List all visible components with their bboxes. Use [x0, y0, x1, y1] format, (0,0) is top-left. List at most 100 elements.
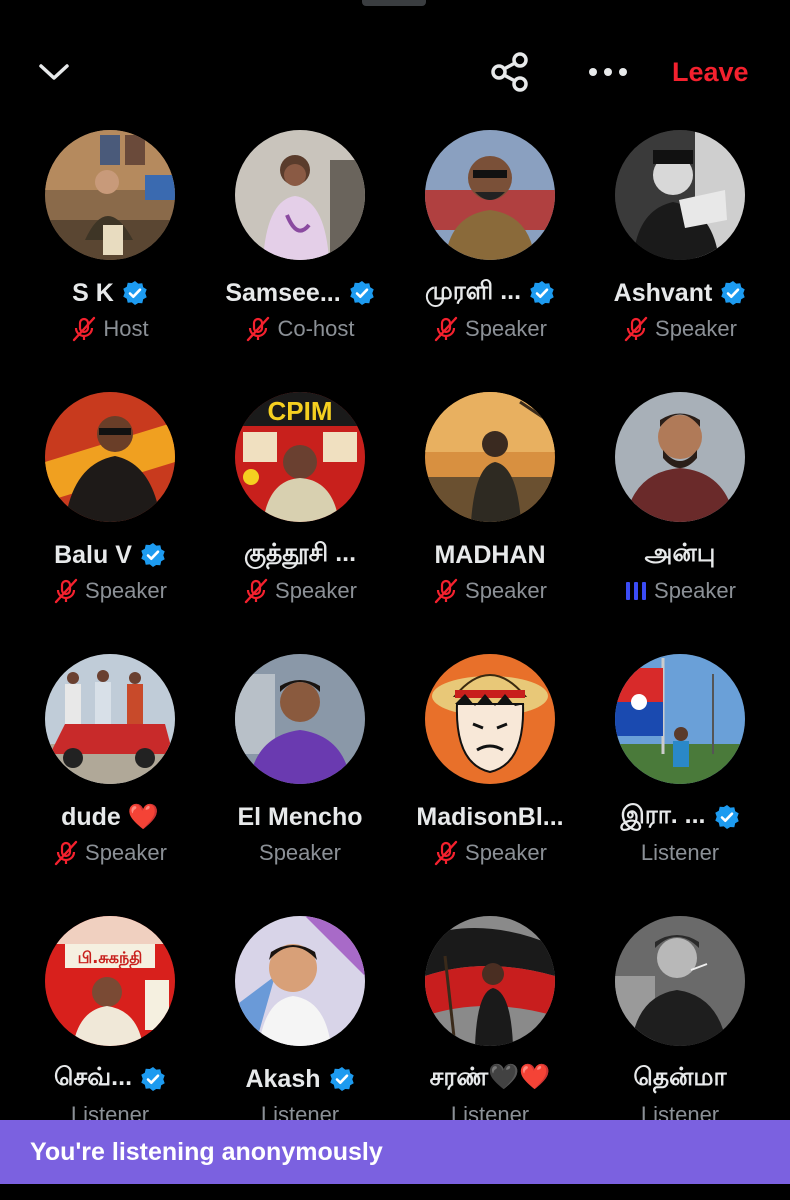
cpim-poster-text: CPIM [268, 396, 333, 426]
participant-tile[interactable]: Akash Listener [190, 914, 380, 1144]
collapse-button[interactable] [30, 52, 78, 92]
name-row: MadisonBl... [380, 800, 600, 834]
participant-role: Speaker [465, 316, 547, 341]
participant-name: Akash [245, 1064, 321, 1093]
participant-name: இரா. ... [620, 801, 706, 829]
listening-banner-text: You're listening anonymously [30, 1137, 383, 1166]
participant-tile[interactable]: CPIM குத்தூசி ... Speaker [190, 390, 380, 620]
drag-handle[interactable] [362, 0, 426, 6]
avatar [235, 130, 365, 260]
avatar [425, 392, 555, 522]
participant-name: தென்மா [633, 1063, 727, 1091]
verified-badge-icon [349, 281, 374, 305]
poster-title-text: பி.சுகந்தி [78, 948, 143, 968]
avatar: பி.சுகந்தி [45, 916, 175, 1046]
participant-name: El Mencho [237, 802, 363, 831]
avatar [45, 130, 175, 260]
name-row: Ashvant [570, 276, 790, 310]
name-row: செவ்... [0, 1062, 220, 1096]
participant-role: Listener [640, 840, 720, 865]
speaking-indicator-icon [626, 582, 647, 600]
participant-role: Co-host [277, 316, 355, 341]
participant-tile[interactable]: இரா. ... Listener [570, 652, 760, 882]
participant-role: Speaker [85, 578, 167, 603]
role-row: Speaker [190, 838, 410, 868]
participant-tile[interactable]: Samsee... Co-host [190, 128, 380, 358]
avatar: CPIM [235, 392, 365, 522]
name-row: தென்மா [570, 1062, 790, 1096]
name-row: குத்தூசி ... [190, 538, 410, 572]
participant-tile[interactable]: அன்பு Speaker [570, 390, 760, 620]
participant-role: Host [103, 316, 149, 341]
participant-role: Speaker [85, 840, 167, 865]
participant-role: Speaker [465, 578, 547, 603]
share-button[interactable] [484, 48, 536, 96]
role-row: Listener [570, 838, 790, 868]
mic-off-icon [73, 316, 96, 342]
avatar [45, 654, 175, 784]
role-row: Speaker [570, 314, 790, 344]
space-screen: Leave S K Host Samsee... Co-host முரளி .… [0, 0, 790, 1200]
avatar [425, 916, 555, 1046]
participant-name: குத்தூசி ... [243, 539, 357, 567]
avatar [615, 654, 745, 784]
role-row: Speaker [380, 576, 600, 606]
bottom-strip [0, 1184, 790, 1200]
participant-tile[interactable]: பி.சுகந்தி செவ்... Listener [0, 914, 190, 1144]
leave-button[interactable]: Leave [672, 52, 772, 92]
participant-role: Speaker [275, 578, 357, 603]
mic-off-icon [247, 316, 270, 342]
participant-tile[interactable]: dude ❤️ Speaker [0, 652, 190, 882]
verified-badge-icon [123, 281, 147, 305]
participant-name: dude ❤️ [61, 802, 159, 831]
participant-name: Ashvant [613, 278, 713, 307]
participant-tile[interactable]: முரளி ... Speaker [380, 128, 570, 358]
role-row: Host [0, 314, 220, 344]
participant-tile[interactable]: S K Host [0, 128, 190, 358]
name-row: Akash [190, 1062, 410, 1096]
verified-badge-icon [530, 281, 554, 305]
mic-off-icon [434, 316, 458, 342]
mic-off-icon [54, 578, 78, 604]
participant-name: S K [72, 278, 114, 307]
name-row: இரா. ... [570, 800, 790, 834]
verified-badge-icon [141, 543, 165, 567]
share-icon [491, 52, 528, 92]
chevron-down-icon [39, 64, 69, 80]
verified-badge-icon [714, 805, 739, 829]
participant-tile[interactable]: சரண்🖤❤️ Listener [380, 914, 570, 1144]
participant-role: Speaker [259, 840, 341, 865]
participant-name: MadisonBl... [416, 802, 564, 831]
verified-badge-icon [329, 1067, 354, 1091]
participant-name: அன்பு [644, 539, 716, 567]
verified-badge-icon [141, 1067, 165, 1091]
participant-name: சரண்🖤❤️ [429, 1063, 551, 1091]
name-row: S K [0, 276, 220, 310]
participant-name: Samsee... [225, 278, 341, 307]
name-row: அன்பு [570, 538, 790, 572]
role-row: Speaker [190, 576, 410, 606]
participant-tile[interactable]: Balu V Speaker [0, 390, 190, 620]
role-row: Speaker [380, 838, 600, 868]
participant-name: Balu V [54, 540, 132, 569]
name-row: MADHAN [380, 538, 600, 572]
name-row: சரண்🖤❤️ [380, 1062, 600, 1096]
avatar [425, 130, 555, 260]
avatar [615, 130, 745, 260]
participant-name: MADHAN [434, 540, 546, 569]
space-header: Leave [0, 40, 790, 104]
mic-off-icon [244, 578, 268, 604]
participant-tile[interactable]: El Mencho Speaker [190, 652, 380, 882]
participant-tile[interactable]: தென்மா Listener [570, 914, 760, 1144]
more-options-button[interactable] [580, 48, 636, 96]
participant-tile[interactable]: MadisonBl... Speaker [380, 652, 570, 882]
avatar [615, 916, 745, 1046]
name-row: Balu V [0, 538, 220, 572]
avatar [235, 654, 365, 784]
participant-tile[interactable]: Ashvant Speaker [570, 128, 760, 358]
avatar [425, 654, 555, 784]
mic-off-icon [624, 316, 648, 342]
name-row: El Mencho [190, 800, 410, 834]
role-row: Speaker [570, 576, 790, 606]
participant-tile[interactable]: MADHAN Speaker [380, 390, 570, 620]
